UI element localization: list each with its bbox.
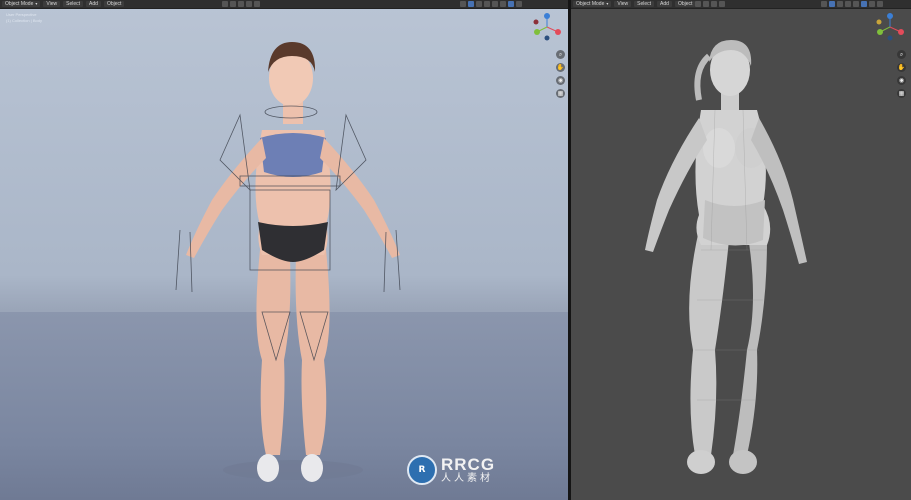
menu-view[interactable]: View	[614, 1, 632, 7]
search-icon[interactable]	[254, 1, 260, 7]
overlay-toggle-icon[interactable]	[476, 1, 482, 7]
watermark-subtitle: 人人素材	[441, 473, 493, 484]
camera-icon[interactable]: ◉	[556, 76, 565, 85]
transform-orientation-icons	[222, 1, 260, 7]
watermark: R RRCG 人人素材	[407, 455, 495, 485]
gizmo-toggle-icon[interactable]	[829, 1, 835, 7]
grid-icon[interactable]: ▦	[556, 89, 565, 98]
shading-icons	[821, 1, 883, 7]
shading-icons	[460, 1, 522, 7]
material-shading-icon[interactable]	[508, 1, 514, 7]
object-mode-dropdown[interactable]: Object Mode	[2, 1, 41, 7]
collection-label: (1) Collection | Body	[6, 18, 42, 23]
menu-view[interactable]: View	[43, 1, 61, 7]
zoom-icon[interactable]: ⌕	[556, 50, 565, 59]
watermark-logo: R	[407, 455, 437, 485]
menu-add[interactable]: Add	[86, 1, 101, 7]
right-3d-viewport[interactable]: Object Mode View Select Add Object ⌕ ✋ ◉…	[571, 0, 911, 500]
navigation-gizmo[interactable]	[532, 12, 562, 42]
solid-shading-icon[interactable]	[500, 1, 506, 7]
menu-add[interactable]: Add	[657, 1, 672, 7]
search-icon[interactable]	[719, 1, 725, 7]
hand-icon[interactable]: ✋	[897, 63, 906, 72]
menu-select[interactable]: Select	[63, 1, 84, 7]
overlay-toggle-icon[interactable]	[837, 1, 843, 7]
clay-character-model	[645, 40, 807, 474]
global-orientation-icon[interactable]	[695, 1, 701, 7]
proportional-edit-icon[interactable]	[246, 1, 252, 7]
snap-icon[interactable]	[238, 1, 244, 7]
zoom-icon[interactable]: ⌕	[897, 50, 906, 59]
camera-icon[interactable]: ◉	[897, 76, 906, 85]
navigation-gizmo[interactable]	[875, 12, 905, 42]
rendered-shading-icon[interactable]	[516, 1, 522, 7]
pivot-icon[interactable]	[703, 1, 709, 7]
left-3d-viewport[interactable]: Object Mode View Select Add Object User …	[0, 0, 568, 500]
snap-icon[interactable]	[711, 1, 717, 7]
object-mode-dropdown[interactable]: Object Mode	[573, 1, 612, 7]
menu-object[interactable]: Object	[674, 1, 696, 7]
menu-select[interactable]: Select	[634, 1, 655, 7]
global-orientation-icon[interactable]	[222, 1, 228, 7]
visibility-icon[interactable]	[460, 1, 466, 7]
gizmo-toggle-icon[interactable]	[468, 1, 474, 7]
wireframe-shading-icon[interactable]	[853, 1, 859, 7]
rigged-character-figure	[175, 42, 401, 482]
menu-object[interactable]: Object	[103, 1, 125, 7]
xray-icon[interactable]	[484, 1, 490, 7]
rendered-shading-icon[interactable]	[877, 1, 883, 7]
wireframe-shading-icon[interactable]	[492, 1, 498, 7]
hand-icon[interactable]: ✋	[556, 63, 565, 72]
pivot-icon[interactable]	[230, 1, 236, 7]
visibility-icon[interactable]	[821, 1, 827, 7]
xray-icon[interactable]	[845, 1, 851, 7]
view-name-label: User Perspective	[6, 12, 37, 17]
transform-orientation-icons	[695, 1, 725, 7]
solid-shading-icon[interactable]	[861, 1, 867, 7]
watermark-name: RRCG	[441, 455, 496, 474]
material-shading-icon[interactable]	[869, 1, 875, 7]
grid-icon[interactable]: ▦	[897, 89, 906, 98]
